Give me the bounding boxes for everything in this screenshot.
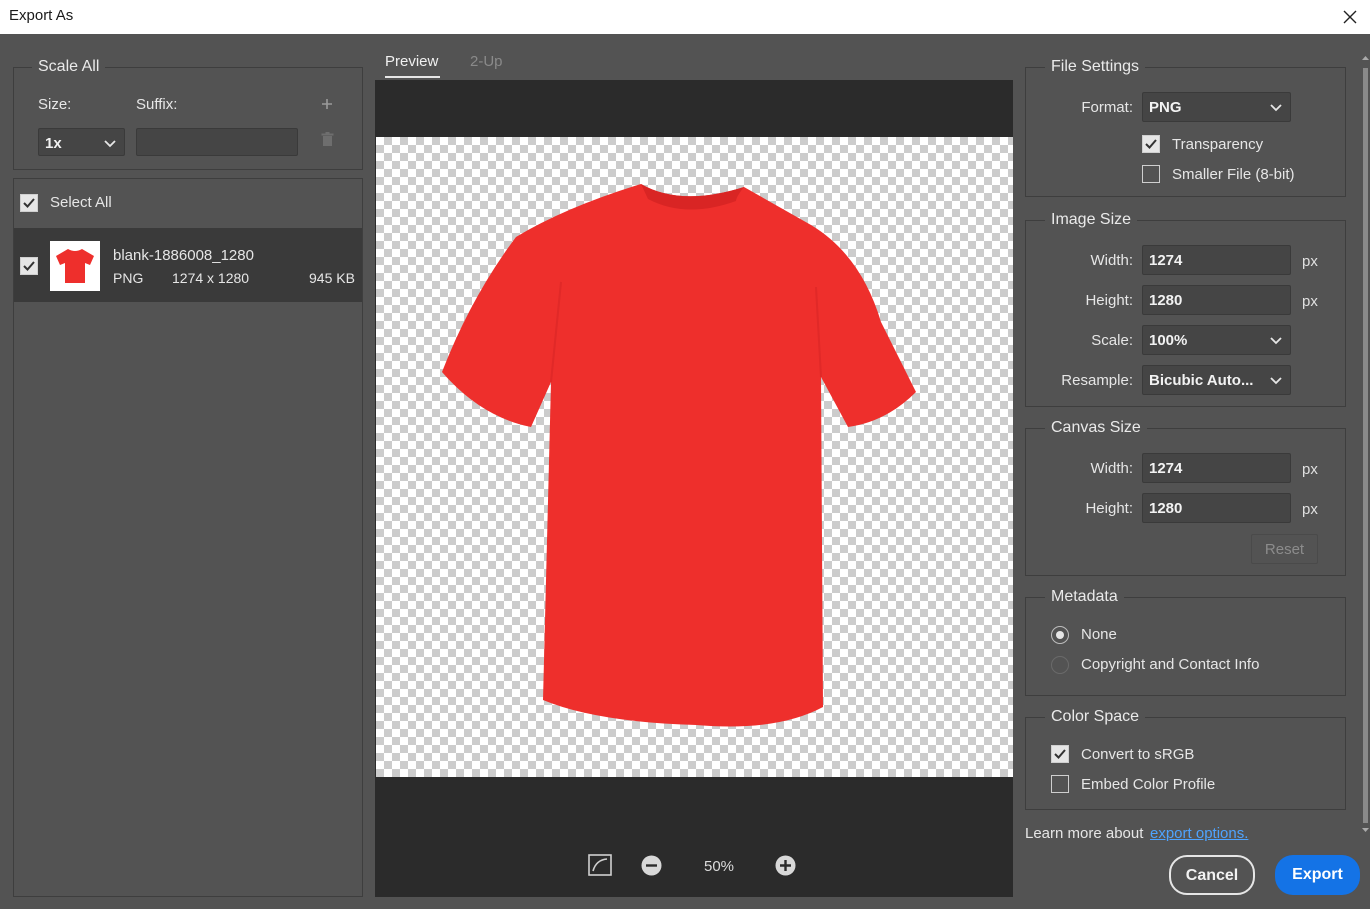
canvas-height-label: Height: (1085, 500, 1133, 517)
asset-list-item[interactable]: blank-1886008_1280 PNG 1274 x 1280 945 K… (14, 228, 362, 302)
export-button-label: Export (1292, 866, 1343, 883)
image-width-label: Width: (1090, 252, 1133, 269)
scale-all-legend: Scale All (32, 58, 106, 76)
export-options-link[interactable]: export options. (1150, 825, 1248, 842)
format-label: Format: (1081, 99, 1133, 116)
tshirt-image (442, 184, 916, 727)
scroll-down-icon[interactable] (1361, 826, 1370, 834)
reset-button-label: Reset (1264, 541, 1305, 558)
metadata-none-radio[interactable] (1051, 626, 1069, 644)
embed-profile-label: Embed Color Profile (1081, 776, 1216, 793)
image-height-unit: px (1302, 293, 1318, 310)
metadata-legend: Metadata (1045, 588, 1124, 606)
transparency-label: Transparency (1172, 136, 1264, 153)
zoom-in-icon[interactable] (775, 855, 796, 876)
suffix-label: Suffix: (136, 96, 178, 113)
scale-select[interactable]: 100% (1142, 325, 1291, 355)
chevron-down-icon (1270, 337, 1282, 345)
checkmark-icon (23, 261, 35, 271)
suffix-input[interactable] (136, 128, 298, 156)
trash-icon[interactable] (321, 132, 334, 147)
chevron-down-icon (1270, 104, 1282, 112)
smaller-file-label: Smaller File (8-bit) (1172, 166, 1295, 183)
zoom-out-icon[interactable] (641, 855, 662, 876)
tshirt-thumbnail-icon (56, 249, 94, 283)
preview-canvas (376, 137, 1013, 777)
canvas-width-input[interactable]: 1274 (1142, 453, 1291, 483)
checkmark-icon (1054, 749, 1066, 759)
scrollbar-thumb[interactable] (1363, 68, 1368, 823)
size-select-value: 1x (45, 135, 62, 152)
scale-select-value: 100% (1149, 332, 1188, 349)
format-select-value: PNG (1149, 99, 1182, 116)
chevron-down-icon (1270, 377, 1282, 385)
export-button[interactable]: Export (1275, 855, 1360, 895)
embed-profile-checkbox[interactable] (1051, 775, 1069, 793)
canvas-width-label: Width: (1090, 460, 1133, 477)
image-height-input[interactable]: 1280 (1142, 285, 1291, 315)
canvas-size-legend: Canvas Size (1045, 419, 1147, 437)
resample-select-value: Bicubic Auto... (1149, 372, 1254, 389)
window-title: Export As (9, 7, 74, 24)
color-space-legend: Color Space (1045, 708, 1146, 726)
scale-label: Scale: (1091, 332, 1133, 349)
checkmark-icon (1145, 139, 1157, 149)
metadata-copyright-radio[interactable] (1051, 656, 1069, 674)
file-settings-legend: File Settings (1045, 58, 1146, 76)
image-height-label: Height: (1085, 292, 1133, 309)
convert-srgb-label: Convert to sRGB (1081, 746, 1195, 763)
canvas-height-unit: px (1302, 501, 1318, 518)
transparency-checkbox[interactable] (1142, 135, 1160, 153)
close-icon[interactable] (1336, 3, 1364, 31)
convert-srgb-checkbox[interactable] (1051, 745, 1069, 763)
asset-file-size: 945 KB (309, 270, 355, 286)
learn-more-text: Learn more about (1025, 825, 1144, 842)
size-select[interactable]: 1x (38, 128, 125, 156)
cancel-button-label: Cancel (1185, 867, 1239, 884)
cancel-button[interactable]: Cancel (1169, 855, 1255, 895)
asset-format: PNG (113, 270, 144, 286)
canvas-height-input[interactable]: 1280 (1142, 493, 1291, 523)
title-bar: Export As (0, 0, 1370, 34)
color-space-group (1025, 717, 1346, 810)
tab-preview-underline (385, 76, 440, 78)
asset-name: blank-1886008_1280 (113, 247, 254, 264)
fit-to-screen-icon[interactable] (588, 854, 612, 876)
right-scrollbar[interactable] (1361, 40, 1370, 835)
format-select[interactable]: PNG (1142, 92, 1291, 122)
resample-label: Resample: (1061, 372, 1133, 389)
select-all-checkbox[interactable] (20, 194, 38, 212)
image-size-legend: Image Size (1045, 211, 1138, 229)
resample-select[interactable]: Bicubic Auto... (1142, 365, 1291, 395)
reset-button[interactable]: Reset (1251, 534, 1318, 564)
zoom-level: 50% (704, 858, 735, 875)
asset-thumbnail (50, 241, 100, 291)
select-all-label: Select All (50, 194, 112, 211)
smaller-file-checkbox[interactable] (1142, 165, 1160, 183)
metadata-none-label: None (1081, 626, 1117, 643)
tab-2-up[interactable]: 2-Up (470, 53, 503, 70)
checkmark-icon (23, 198, 35, 208)
metadata-group (1025, 597, 1346, 696)
metadata-copyright-label: Copyright and Contact Info (1081, 656, 1260, 673)
asset-dimensions: 1274 x 1280 (172, 270, 250, 286)
chevron-down-icon (104, 140, 116, 148)
preview-area[interactable]: 50% (375, 80, 1013, 897)
size-label: Size: (38, 96, 72, 113)
asset-checkbox[interactable] (20, 257, 38, 275)
add-scale-icon[interactable] (320, 97, 334, 111)
canvas-width-unit: px (1302, 461, 1318, 478)
scroll-up-icon[interactable] (1361, 54, 1370, 62)
image-width-unit: px (1302, 253, 1318, 270)
tab-preview[interactable]: Preview (385, 53, 438, 70)
image-width-input[interactable]: 1274 (1142, 245, 1291, 275)
